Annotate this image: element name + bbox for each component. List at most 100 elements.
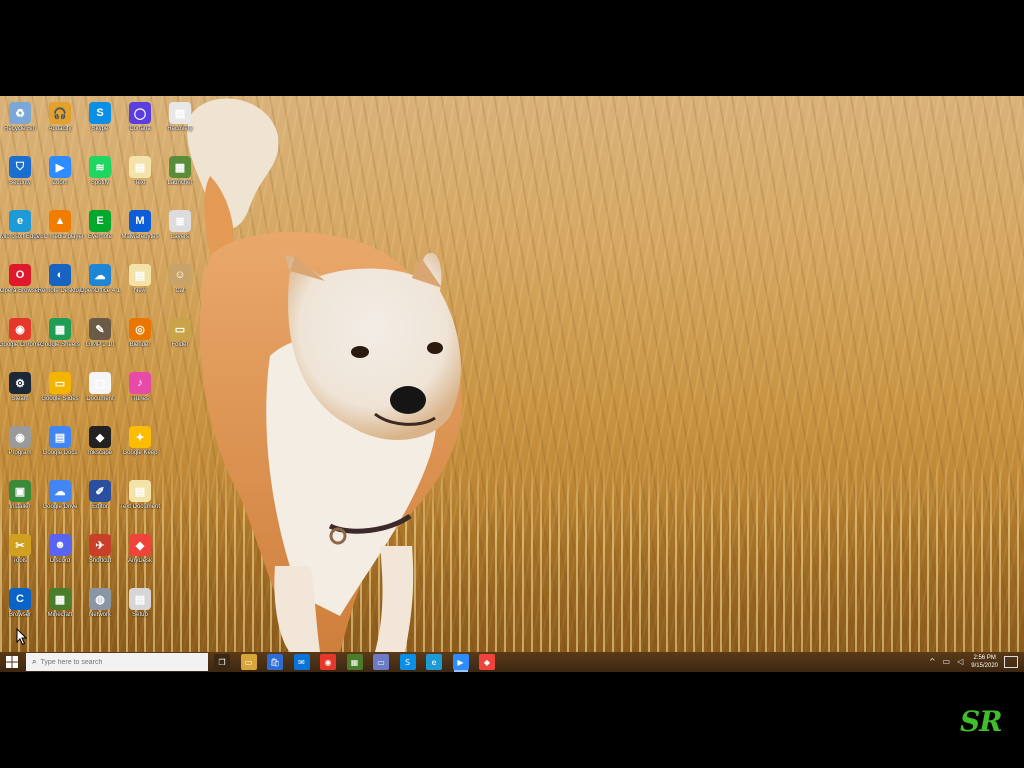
taskbar-app-task-view[interactable]: ❐ (214, 654, 230, 670)
malwarebytes-icon: M (129, 210, 151, 232)
opera-icon: O (9, 264, 31, 286)
evernote-icon: E (89, 210, 111, 232)
skype-icon: S (404, 657, 411, 667)
discord-icon: ☻ (49, 534, 71, 556)
globe-icon: ◍ (89, 588, 111, 610)
desktop-icon[interactable]: ✦ Google Keep (120, 424, 160, 476)
clock-date: 9/15/2020 (971, 663, 998, 669)
browser-icon: C (9, 588, 31, 610)
watermark-logo: SR (960, 705, 1002, 738)
folder-icon: ▭ (169, 318, 191, 340)
blender-icon: ◎ (129, 318, 151, 340)
desktop-icon[interactable]: ▤ Setup (120, 586, 160, 638)
cat-icon: ☺ (169, 264, 191, 286)
text-file-icon: ▤ (129, 264, 151, 286)
desktop-icon-label: AnyDesk (127, 558, 152, 564)
desktop-icon-label: iTunes (131, 396, 149, 402)
inkscape-icon: ◆ (89, 426, 111, 448)
spotify-icon: ≋ (89, 156, 111, 178)
setup-icon: ▤ (129, 588, 151, 610)
taskbar-app-mail[interactable]: ✉ (293, 654, 310, 670)
tools-icon: ✂ (9, 534, 31, 556)
notification-center-icon[interactable] (1004, 656, 1018, 668)
docs-icon: ▤ (49, 426, 71, 448)
audacity-icon: 🎧 (49, 102, 71, 124)
taskbar-search-box[interactable]: ⌕ (26, 653, 208, 671)
clock-time: 2:56 PM (973, 655, 996, 661)
desktop-icon[interactable]: ▤ Text Document (120, 478, 160, 530)
editor-icon: ✐ (89, 480, 111, 502)
mouse-cursor-icon (16, 628, 28, 646)
remote-desktop-icon: ◐ (49, 264, 71, 286)
anydesk-icon: ◆ (129, 534, 151, 556)
chrome-icon: ◉ (324, 657, 332, 667)
desktop-icon-label: Layers (170, 234, 189, 240)
openoffice-icon: ☁ (89, 264, 111, 286)
desktop-icon[interactable]: ▭ Folder (160, 316, 200, 368)
slides-icon: ▭ (49, 372, 71, 394)
desktop-icon[interactable]: ☺ Cat (160, 262, 200, 314)
taskbar-app-file-explorer[interactable]: ▭ (240, 654, 257, 670)
taskbar-app-messages[interactable]: ▭ (373, 654, 389, 670)
zoom-icon: ▶ (49, 156, 71, 178)
text-file-icon: ▤ (129, 480, 151, 502)
taskbar-app-anydesk[interactable]: ◆ (479, 654, 495, 670)
sheets-icon: ▦ (49, 318, 71, 340)
chrome-icon: ◉ (9, 318, 31, 340)
desktop-icon-label: Google Keep (122, 450, 158, 456)
desktop-icon[interactable]: ≣ Layers (160, 208, 200, 260)
taskbar-app-edge[interactable]: e (426, 654, 442, 670)
network-icon[interactable]: ▭ (941, 657, 951, 667)
desktop-icon[interactable]: ▦ Launcher (160, 154, 200, 206)
task-view-icon: ❐ (218, 657, 226, 667)
vlc-icon: ▲ (49, 210, 71, 232)
chat-icon: ▭ (377, 657, 385, 667)
edge-icon: e (9, 210, 31, 232)
minecraft-icon: ▦ (169, 156, 191, 178)
taskbar-app-skype[interactable]: S (399, 654, 416, 670)
taskbar-app-minecraft[interactable]: ▦ (346, 654, 363, 670)
circle-app-icon: ◯ (129, 102, 151, 124)
document-icon: ▤ (169, 102, 191, 124)
mail-icon: ✉ (298, 657, 305, 667)
desktop-icon[interactable]: ◆ AnyDesk (120, 532, 160, 584)
disc-icon: ◉ (9, 426, 31, 448)
shortcut-icon: ✈ (89, 534, 111, 556)
search-input[interactable] (36, 658, 191, 666)
taskbar-app-chrome[interactable]: ◉ (320, 654, 336, 670)
taskbar: ⌕ ❐ ▭ 🛍 ✉ ◉ ▦ ▭ Se ▶ ◆ ^ ▭ ◁ 2:56 PM 9/15/2020 (0, 652, 1024, 672)
store-icon: 🛍 (269, 657, 281, 667)
desktop-icon-label: Folder (171, 342, 189, 348)
taskbar-clock[interactable]: 2:56 PM 9/15/2020 (971, 654, 998, 670)
blank-document-icon: ▢ (89, 372, 111, 394)
desktop-screen: ♻ Recycle Bin 🎧 Audacity S Skype ◯ Cortana ▤ Reco… (0, 96, 1024, 672)
desktop-icon-label: Launcher (167, 180, 193, 186)
chevron-up-icon[interactable]: ^ (927, 657, 937, 667)
desktop-icon-label: Setup (132, 612, 148, 618)
desktop-icon-label: Text Document (119, 504, 161, 510)
grass-block-icon: ▦ (350, 657, 359, 667)
desktop-icon-label: Cat (175, 288, 185, 294)
volume-icon[interactable]: ◁ (955, 657, 965, 667)
itunes-icon: ♪ (129, 372, 151, 394)
shield-icon: ⛉ (9, 156, 31, 178)
installer-icon: ▣ (9, 480, 31, 502)
windows-start-icon[interactable] (3, 654, 21, 670)
grass-block-icon: ▦ (49, 588, 71, 610)
folder-icon: ▭ (244, 657, 253, 667)
steam-icon: ⚙ (9, 372, 31, 394)
recycle-bin-icon: ♻ (9, 102, 31, 124)
zoom-icon: ▶ (457, 657, 464, 667)
desktop-icon[interactable]: ▤ Recovery (160, 100, 200, 152)
system-tray: ^ ▭ ◁ 2:56 PM 9/15/2020 (925, 652, 1024, 672)
taskbar-app-microsoft-store[interactable]: 🛍 (267, 654, 283, 670)
desktop-icon-label: Recovery (167, 126, 193, 132)
keep-icon: ✦ (129, 426, 151, 448)
edge-icon: e (431, 657, 437, 667)
anydesk-icon: ◆ (483, 657, 491, 667)
layers-icon: ≣ (169, 210, 191, 232)
taskbar-app-zoom[interactable]: ▶ (452, 654, 469, 672)
desktop-icon[interactable]: ♪ iTunes (120, 370, 160, 422)
text-file-icon: ▤ (129, 156, 151, 178)
cloud-icon: ☁ (49, 480, 71, 502)
